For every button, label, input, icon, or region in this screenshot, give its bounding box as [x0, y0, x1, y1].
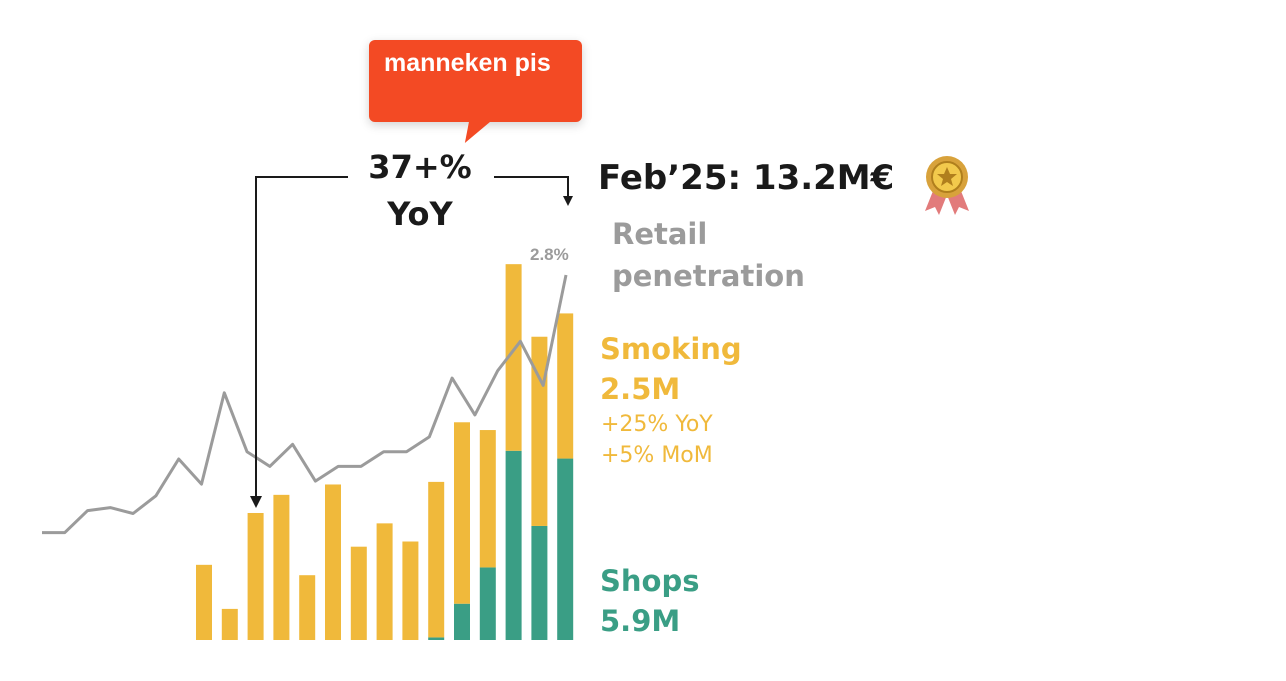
- bar-smoking-10: [428, 481, 445, 638]
- smoking-value: 2.5M: [600, 372, 681, 406]
- tooltip-label: manneken pis: [384, 49, 551, 77]
- bar-smoking-6: [325, 484, 341, 640]
- bar-smoking-3: [247, 512, 264, 640]
- yoy-label: YoY: [387, 195, 453, 233]
- bar-smoking-12: [479, 430, 496, 568]
- bar-shops-14: [531, 525, 548, 640]
- bar-shops-15: [557, 458, 574, 640]
- smoking-name: Smoking: [600, 332, 742, 366]
- bar-shops-12: [479, 567, 496, 640]
- bar-smoking-7: [350, 546, 367, 640]
- smoking-yoy: +25% YoY: [601, 412, 713, 437]
- shops-name: Shops: [600, 564, 700, 598]
- smoking-mom: +5% MoM: [601, 443, 713, 468]
- bar-smoking-2: [221, 608, 238, 640]
- bar-shops-11: [454, 603, 470, 640]
- bar-smoking-9: [402, 541, 419, 640]
- bar-smoking-5: [299, 575, 316, 640]
- bar-shops-10: [428, 637, 445, 640]
- headline-total: Feb’25: 13.2M€: [598, 158, 895, 198]
- last-point-label: 2.8%: [530, 245, 569, 264]
- retail-label-line2: penetration: [612, 259, 805, 293]
- shops-value: 5.9M: [600, 604, 681, 638]
- bar-smoking-8: [376, 523, 393, 640]
- retail-label: Retail penetration: [612, 213, 805, 297]
- yoy-arrow-right-head: [563, 196, 573, 206]
- yoy-arrow-left: [255, 176, 348, 500]
- yoy-value: 37+%: [368, 148, 472, 186]
- bar-smoking-1: [196, 564, 212, 640]
- retail-label-line1: Retail: [612, 217, 708, 251]
- yoy-arrow-right: [494, 176, 569, 200]
- yoy-arrow-left-head: [250, 496, 262, 508]
- bar-shops-13: [505, 450, 522, 640]
- bar-smoking-11: [454, 422, 470, 604]
- bar-smoking-4: [273, 494, 290, 640]
- tooltip: manneken pis: [369, 40, 582, 143]
- medal-icon: [925, 156, 969, 215]
- bar-smoking-15: [557, 313, 574, 459]
